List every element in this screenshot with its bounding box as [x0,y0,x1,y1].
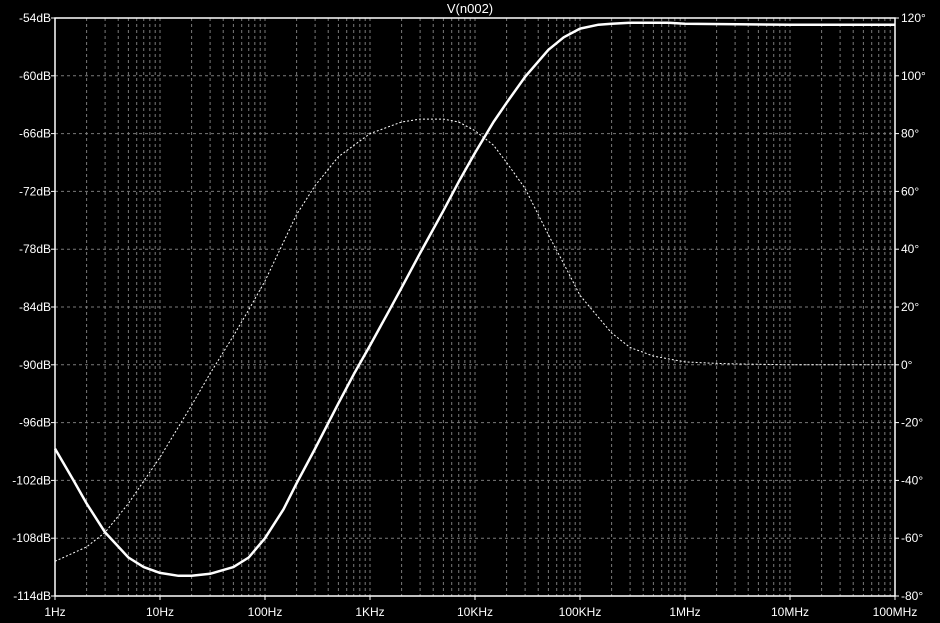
right-tick-label: 0° [901,358,913,372]
left-tick-label: -108dB [12,531,51,545]
right-tick-label: -80° [901,589,923,603]
x-tick-label: 100KHz [559,605,602,619]
left-tick-label: -96dB [19,416,51,430]
right-tick-label: -40° [901,473,923,487]
left-tick-label: -78dB [19,242,51,256]
right-tick-label: 20° [901,300,919,314]
x-tick-label: 1MHz [669,605,700,619]
x-tick-label: 10Hz [146,605,174,619]
left-tick-label: -72dB [19,184,51,198]
x-tick-label: 10KHz [457,605,493,619]
bode-plot: 1Hz 10Hz 100Hz 1KHz 10KHz 100KHz 1MHz 10MHz 100M… [12,11,926,619]
right-tick-label: 60° [901,184,919,198]
left-tick-label: -114dB [13,589,51,603]
x-tick-label: 10MHz [771,605,809,619]
left-tick-label: -90dB [19,358,51,372]
x-tick-label: 1KHz [355,605,384,619]
x-tick-label: 100Hz [248,605,283,619]
right-tick-label: -60° [901,531,923,545]
x-tick-label: 1Hz [44,605,65,619]
left-tick-label: -66dB [19,127,51,141]
right-tick-label: 100° [901,69,926,83]
right-tick-label: 40° [901,242,919,256]
x-tick-label: 100MHz [873,605,918,619]
left-tick-label: -84dB [19,300,51,314]
left-tick-label: -60dB [19,69,51,83]
right-tick-label: -20° [901,416,923,430]
right-tick-label: 80° [901,127,919,141]
left-tick-label: -54dB [19,11,51,25]
left-tick-label: -102dB [12,473,51,487]
right-tick-label: 120° [901,11,926,25]
